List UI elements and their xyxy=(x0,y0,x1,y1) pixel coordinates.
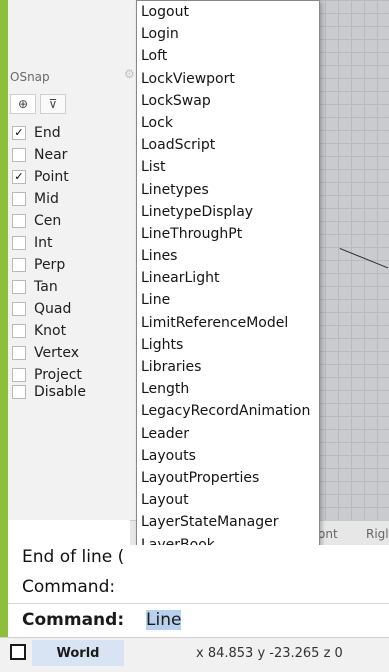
autocomplete-item[interactable]: Lines xyxy=(137,245,319,267)
green-accent-strip xyxy=(0,0,8,637)
osnap-item-label: End xyxy=(34,125,61,141)
osnap-item-label: Int xyxy=(34,235,53,251)
disable-checkbox[interactable] xyxy=(12,385,26,399)
osnap-checkbox[interactable]: ✓ xyxy=(12,170,26,184)
autocomplete-item[interactable]: LegacyRecordAnimation xyxy=(137,400,319,422)
osnap-item[interactable]: Mid xyxy=(12,188,82,210)
autocomplete-item[interactable]: Loft xyxy=(137,45,319,67)
autocomplete-item[interactable]: Linetypes xyxy=(137,179,319,201)
command-autocomplete-popup: Logout Login Loft LockViewport LockSwap Lock L… xyxy=(136,0,320,604)
autocomplete-item[interactable]: Layout xyxy=(137,489,319,511)
osnap-item[interactable]: ✓ Point xyxy=(12,166,82,188)
tab-right[interactable]: Rigl xyxy=(366,527,389,541)
command-history: End of line ( Command: xyxy=(8,545,389,603)
autocomplete-item[interactable]: Login xyxy=(137,23,319,45)
tab-front[interactable]: ont xyxy=(318,527,338,541)
osnap-item[interactable]: Cen xyxy=(12,210,82,232)
osnap-item-label: Project xyxy=(34,367,82,383)
command-line[interactable]: Command: Line xyxy=(8,603,389,638)
autocomplete-item[interactable]: LayoutProperties xyxy=(137,467,319,489)
autocomplete-item[interactable]: LayerStateManager xyxy=(137,511,319,533)
autocomplete-item[interactable]: List xyxy=(137,156,319,178)
autocomplete-item[interactable]: Libraries xyxy=(137,356,319,378)
osnap-disable-item[interactable]: Disable xyxy=(12,384,86,400)
autocomplete-item[interactable]: Length xyxy=(137,378,319,400)
osnap-tab-snap-icon[interactable]: ⊕ xyxy=(10,94,36,114)
disable-label: Disable xyxy=(34,384,86,400)
autocomplete-item[interactable]: LinetypeDisplay xyxy=(137,201,319,223)
osnap-checkbox[interactable] xyxy=(12,368,26,382)
osnap-item-label: Cen xyxy=(34,213,62,229)
osnap-item-label: Quad xyxy=(34,301,72,317)
autocomplete-item[interactable]: Line xyxy=(137,289,319,311)
history-line: End of line ( xyxy=(22,547,125,567)
osnap-item-label: Mid xyxy=(34,191,59,207)
status-square-icon[interactable] xyxy=(10,644,26,660)
osnap-checkbox[interactable]: ✓ xyxy=(12,126,26,140)
osnap-item-label: Perp xyxy=(34,257,66,273)
osnap-item[interactable]: Vertex xyxy=(12,342,82,364)
osnap-item[interactable]: ✓ End xyxy=(12,122,82,144)
osnap-item-label: Near xyxy=(34,147,68,163)
osnap-checkbox[interactable] xyxy=(12,258,26,272)
osnap-tabs: ⊕ ⊽ xyxy=(10,94,66,114)
osnap-item[interactable]: Int xyxy=(12,232,82,254)
osnap-checkbox[interactable] xyxy=(12,346,26,360)
autocomplete-item[interactable]: LineThroughPt xyxy=(137,223,319,245)
status-bar: World x 84.853 y -23.265 z 0 xyxy=(0,637,389,672)
osnap-item[interactable]: Project xyxy=(12,364,82,386)
osnap-list: ✓ End Near ✓ Point Mid Cen Int Perp Tan Quad Knot Ve… xyxy=(12,122,82,386)
osnap-checkbox[interactable] xyxy=(12,236,26,250)
autocomplete-item[interactable]: Lights xyxy=(137,334,319,356)
osnap-checkbox[interactable] xyxy=(12,280,26,294)
autocomplete-item[interactable]: Logout xyxy=(137,1,319,23)
autocomplete-item[interactable]: LimitReferenceModel xyxy=(137,312,319,334)
osnap-checkbox[interactable] xyxy=(12,148,26,162)
osnap-checkbox[interactable] xyxy=(12,324,26,338)
osnap-checkbox[interactable] xyxy=(12,192,26,206)
history-line: Command: xyxy=(22,577,116,597)
cursor-coordinates: x 84.853 y -23.265 z 0 xyxy=(196,646,343,661)
osnap-item[interactable]: Near xyxy=(12,144,82,166)
osnap-tab-filter-icon[interactable]: ⊽ xyxy=(40,94,66,114)
osnap-item[interactable]: Tan xyxy=(12,276,82,298)
osnap-item-label: Vertex xyxy=(34,345,80,361)
osnap-item[interactable]: Quad xyxy=(12,298,82,320)
autocomplete-item[interactable]: Layouts xyxy=(137,445,319,467)
osnap-item[interactable]: Perp xyxy=(12,254,82,276)
autocomplete-item[interactable]: LinearLight xyxy=(137,267,319,289)
command-prompt: Command: xyxy=(22,610,125,630)
autocomplete-item[interactable]: LockSwap xyxy=(137,90,319,112)
autocomplete-item[interactable]: LoadScript xyxy=(137,134,319,156)
gear-icon[interactable]: ⚙ xyxy=(124,67,135,81)
osnap-item-label: Tan xyxy=(34,279,58,295)
osnap-item[interactable]: Knot xyxy=(12,320,82,342)
command-input-value[interactable]: Line xyxy=(146,610,182,630)
autocomplete-item[interactable]: LockViewport xyxy=(137,68,319,90)
osnap-checkbox[interactable] xyxy=(12,302,26,316)
autocomplete-item[interactable]: Leader xyxy=(137,423,319,445)
world-button[interactable]: World xyxy=(32,640,124,666)
osnap-checkbox[interactable] xyxy=(12,214,26,228)
osnap-item-label: Point xyxy=(34,169,69,185)
autocomplete-item[interactable]: Lock xyxy=(137,112,319,134)
osnap-item-label: Knot xyxy=(34,323,67,339)
osnap-title: OSnap xyxy=(10,70,50,84)
